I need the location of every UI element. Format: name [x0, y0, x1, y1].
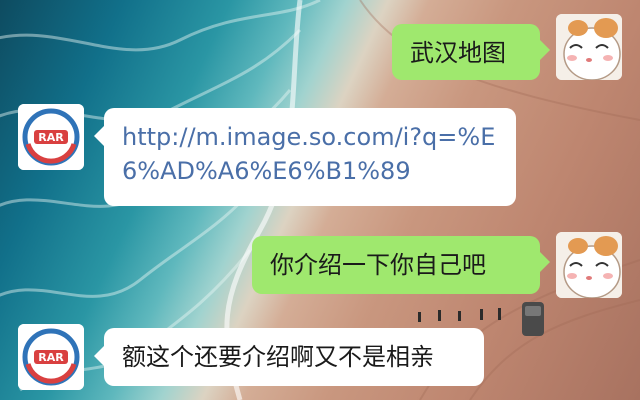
message-text: 你介绍一下你自己吧	[270, 251, 486, 279]
bot-avatar[interactable]: RAR	[18, 104, 84, 170]
bot-message-bubble[interactable]: 额这个还要介绍啊又不是相亲	[94, 328, 484, 386]
message-text: 武汉地图	[410, 39, 506, 67]
bot-message-bubble[interactable]: http://m.image.so.com/i?q=%E6%AD%A6%E6%B…	[94, 108, 516, 206]
user-message-bubble[interactable]: 武汉地图	[392, 24, 550, 80]
bot-logo-icon: RAR	[18, 324, 84, 390]
cartoon-hamster-icon	[556, 232, 622, 298]
bot-avatar[interactable]: RAR	[18, 324, 84, 390]
cartoon-hamster-icon	[556, 14, 622, 80]
message-text: 额这个还要介绍啊又不是相亲	[122, 343, 434, 371]
message-link[interactable]: http://m.image.so.com/i?q=%E6%AD%A6%E6%B…	[122, 123, 495, 185]
user-avatar[interactable]	[556, 14, 622, 80]
user-message-bubble[interactable]: 你介绍一下你自己吧	[252, 236, 550, 294]
svg-text:RAR: RAR	[38, 131, 64, 144]
svg-text:RAR: RAR	[38, 351, 64, 364]
bot-logo-icon: RAR	[18, 104, 84, 170]
user-avatar[interactable]	[556, 232, 622, 298]
